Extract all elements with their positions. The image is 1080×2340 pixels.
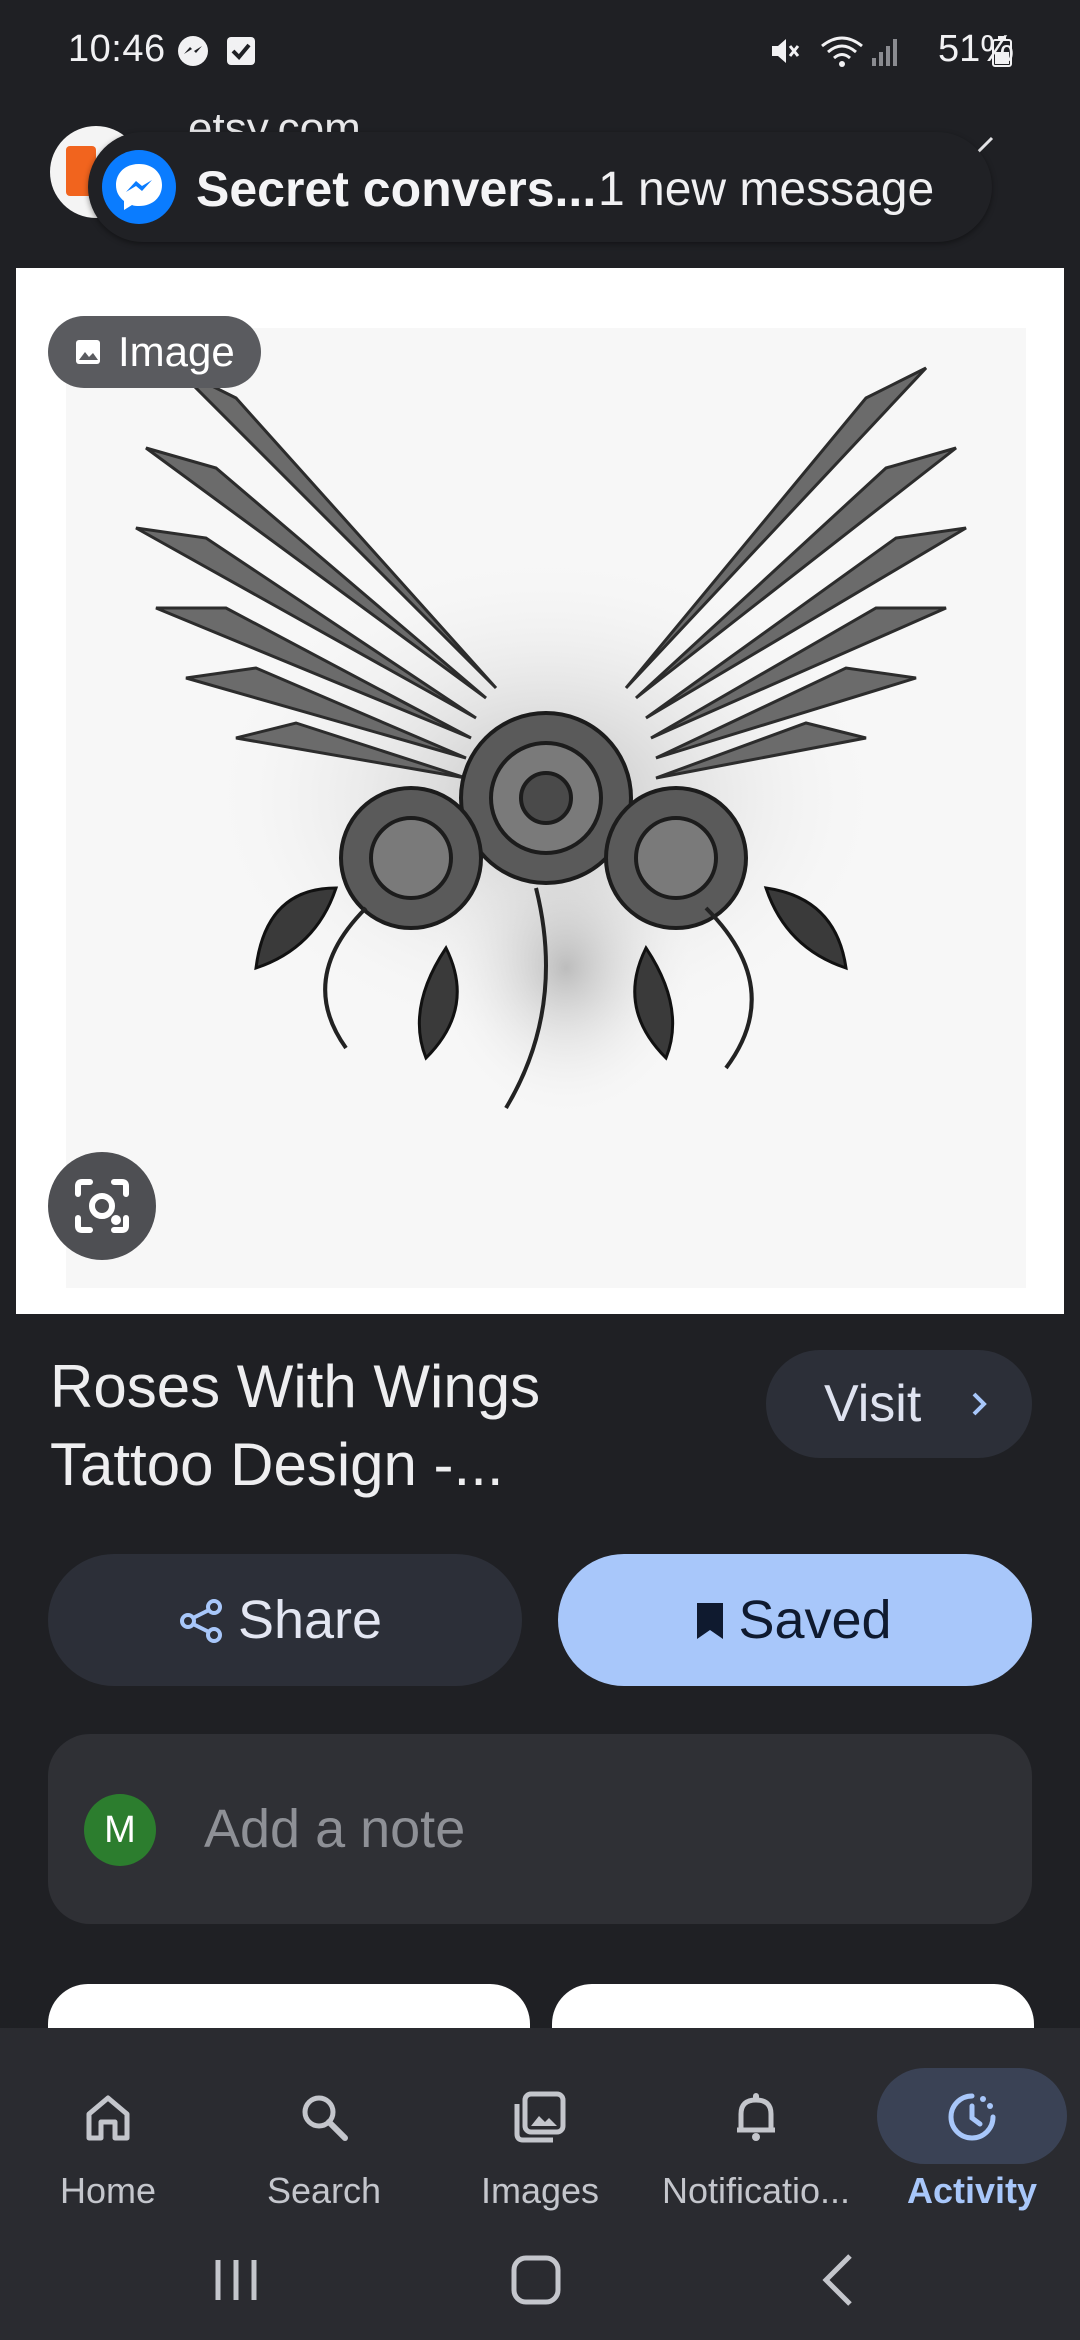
checkbox-icon [227,37,255,65]
recents-icon[interactable] [196,2240,276,2320]
bubble-subtitle: 1 new message [598,163,935,216]
avatar: M [84,1794,156,1866]
nav-label: Activity [906,2170,1038,2211]
images-icon [514,2091,566,2143]
messenger-icon [178,36,208,66]
tattoo-image [66,328,1026,1288]
home-button-icon[interactable] [496,2240,576,2320]
messenger-bubble-notification[interactable]: Secret convers... 1 new message [88,132,992,242]
nav-icon-container [661,2068,851,2164]
bell-icon [737,2093,775,2141]
messenger-icon [102,150,176,224]
status-time: 10:46 [68,28,166,70]
share-label: Share [237,1590,383,1650]
home-icon [86,2095,130,2141]
result-title-line1: Roses With Wings [50,1353,541,1420]
image-preview[interactable]: Image [16,268,1064,1314]
note-placeholder: Add a note [204,1799,466,1859]
nav-activity[interactable]: Activity [864,2048,1080,2218]
share-button[interactable]: Share [48,1554,522,1686]
nav-notifications[interactable]: Notificatio... [648,2048,864,2218]
system-navigation-bar [0,2220,1080,2340]
result-title-line2: Tattoo Design -... [50,1431,504,1498]
nav-icon-container [13,2068,203,2164]
wifi-icon [821,36,863,67]
result-title[interactable]: Roses With Wings Tattoo Design -... [50,1348,690,1504]
image-badge: Image [48,316,261,388]
lens-icon [75,1179,129,1233]
lens-button[interactable] [48,1152,156,1260]
nav-icon-container [445,2068,635,2164]
share-icon [180,1599,222,1643]
nav-label: Search [266,2170,382,2211]
back-icon[interactable] [800,2240,880,2320]
nav-images[interactable]: Images [432,2048,648,2218]
search-icon [302,2095,348,2141]
nav-icon-container [229,2068,419,2164]
signal-icon [872,39,897,66]
nav-home[interactable]: Home [0,2048,216,2218]
nav-icon-container [877,2068,1067,2164]
note-field[interactable]: M Add a note [48,1734,1032,1924]
visit-button[interactable]: Visit [766,1350,1032,1458]
chevron-right-icon [972,1392,987,1416]
bookmark-icon [697,1603,723,1639]
activity-icon [948,2093,996,2141]
bubble-title: Secret convers... [196,161,597,217]
nav-search[interactable]: Search [216,2048,432,2218]
battery-icon [992,36,1012,67]
nav-label: Home [59,2170,157,2211]
nav-label: Images [480,2170,600,2211]
saved-button[interactable]: Saved [558,1554,1032,1686]
visit-label: Visit [824,1375,922,1433]
mute-icon [772,39,800,63]
status-bar: 10:46 51% [0,0,1080,100]
image-badge-label: Image [118,328,235,375]
saved-label: Saved [738,1590,892,1650]
nav-label: Notificatio... [661,2170,851,2211]
image-icon [76,340,100,364]
